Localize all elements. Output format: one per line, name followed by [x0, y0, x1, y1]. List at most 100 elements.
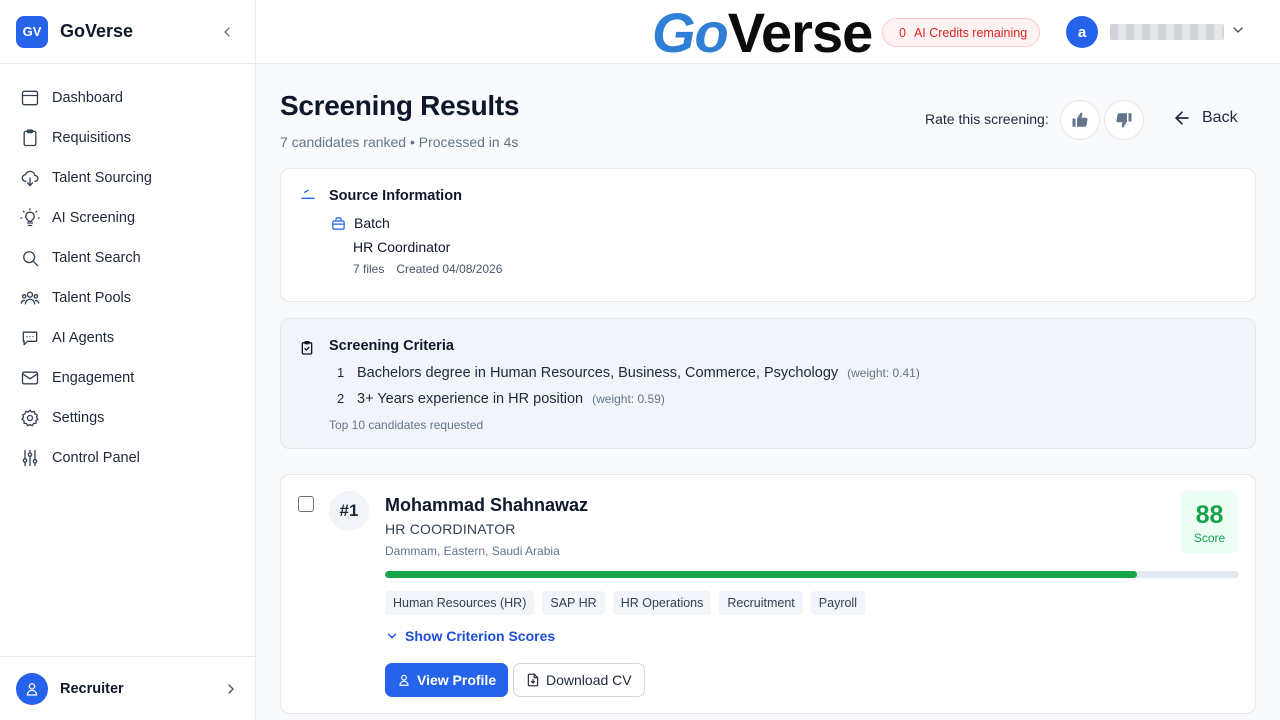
- source-information-card: Source Information Batch HR Coordinator …: [280, 168, 1256, 302]
- candidate-rank: #1: [329, 491, 369, 531]
- score-value: 88: [1195, 500, 1224, 529]
- skill-tag: Payroll: [810, 591, 865, 615]
- sidebar-item-label: AI Agents: [52, 330, 115, 346]
- candidate-select-checkbox[interactable]: [298, 496, 314, 512]
- skill-tag: Recruitment: [719, 591, 803, 615]
- criterion-weight: (weight: 0.59): [592, 392, 665, 406]
- arrow-left-icon: [1175, 111, 1189, 125]
- source-type: Batch: [331, 215, 390, 231]
- user-name-redacted: [1110, 24, 1224, 40]
- sidebar-item-label: Settings: [52, 410, 105, 426]
- chevron-left-icon: [224, 26, 230, 37]
- goverse-logo: Go Verse: [652, 0, 873, 64]
- sidebar-item-talent-sourcing[interactable]: Talent Sourcing: [0, 158, 255, 198]
- sidebar-item-label: Requisitions: [52, 130, 131, 146]
- skill-tag: HR Operations: [612, 591, 712, 615]
- download-cv-button[interactable]: Download CV: [513, 663, 645, 697]
- sidebar-user-menu[interactable]: Recruiter: [0, 656, 255, 720]
- score-progress-bar: [385, 571, 1239, 578]
- criteria-title: Screening Criteria: [329, 338, 454, 354]
- app-logo[interactable]: GV: [16, 15, 48, 48]
- screening-criteria-card: Screening Criteria 1 Bachelors degree in…: [280, 318, 1256, 449]
- candidate-card: #1 Mohammad Shahnawaz HR COORDINATOR Dam…: [280, 474, 1256, 714]
- criterion-item: 1 Bachelors degree in Human Resources, B…: [337, 365, 920, 381]
- score-label: Score: [1193, 530, 1226, 545]
- top-bar: Go Verse 0 AI Credits remaining a: [256, 0, 1280, 64]
- collapse-sidebar-button[interactable]: [215, 20, 239, 44]
- skill-tags: Human Resources (HR) SAP HR HR Operation…: [385, 591, 873, 615]
- criterion-weight: (weight: 0.41): [847, 366, 920, 380]
- sidebar-item-ai-agents[interactable]: AI Agents: [0, 318, 255, 358]
- chat-icon: [22, 331, 38, 346]
- back-button[interactable]: Back: [1172, 108, 1238, 128]
- sidebar-item-engagement[interactable]: Engagement: [0, 358, 255, 398]
- view-profile-button[interactable]: View Profile: [385, 663, 509, 697]
- skill-tag: Human Resources (HR): [385, 591, 535, 615]
- sidebar-item-control-panel[interactable]: Control Panel: [0, 438, 255, 478]
- show-criterion-scores-label: Show Criterion Scores: [405, 628, 556, 644]
- sidebar-item-label: Control Panel: [52, 450, 140, 466]
- user-icon: [26, 682, 38, 696]
- source-icon: [299, 187, 317, 203]
- user-icon: [399, 674, 409, 686]
- file-count: 7 files: [353, 262, 385, 276]
- sidebar-item-dashboard[interactable]: Dashboard: [0, 78, 255, 118]
- show-criterion-scores-toggle[interactable]: Show Criterion Scores: [385, 628, 555, 644]
- sidebar-item-settings[interactable]: Settings: [0, 398, 255, 438]
- download-cv-label: Download CV: [546, 672, 632, 688]
- sliders-icon: [22, 449, 38, 467]
- rate-label: Rate this screening:: [925, 111, 1049, 127]
- sidebar-item-label: Talent Sourcing: [52, 170, 152, 186]
- logo-go-text: Go: [652, 0, 729, 64]
- criterion-text: Bachelors degree in Human Resources, Bus…: [357, 365, 839, 381]
- sidebar-header: GV GoVerse: [0, 0, 255, 64]
- score-badge: 88 Score: [1181, 491, 1238, 554]
- user-role: Recruiter: [60, 680, 124, 697]
- criteria-footer: Top 10 candidates requested: [329, 418, 484, 432]
- source-meta: 7 files Created 04/08/2026: [353, 262, 502, 276]
- sidebar-nav: Dashboard Requisitions Talent Sourcing A…: [0, 64, 255, 478]
- sidebar-item-label: Talent Pools: [52, 290, 131, 306]
- source-type-label: Batch: [354, 215, 390, 231]
- ai-credits-badge[interactable]: 0 AI Credits remaining: [882, 18, 1041, 47]
- dashboard-icon: [21, 90, 39, 106]
- credits-count: 0: [899, 25, 906, 40]
- search-icon: [23, 251, 39, 267]
- clipboard-check-icon: [299, 339, 315, 357]
- thumbs-down-button[interactable]: [1104, 100, 1144, 140]
- candidate-name[interactable]: Mohammad Shahnawaz: [385, 495, 588, 516]
- source-title: Source Information: [329, 188, 462, 204]
- view-profile-label: View Profile: [417, 672, 497, 688]
- user-avatar[interactable]: a: [1066, 16, 1098, 48]
- sidebar-item-requisitions[interactable]: Requisitions: [0, 118, 255, 158]
- criterion-number: 2: [337, 391, 345, 406]
- file-download-icon: [527, 673, 539, 687]
- users-icon: [20, 291, 40, 305]
- thumbs-down-icon: [1116, 113, 1132, 128]
- sidebar-item-label: Dashboard: [52, 90, 123, 106]
- sidebar-item-talent-search[interactable]: Talent Search: [0, 238, 255, 278]
- lightbulb-icon: [20, 208, 40, 227]
- sidebar-item-label: AI Screening: [52, 210, 136, 226]
- criterion-number: 1: [337, 365, 345, 380]
- criterion-text: 3+ Years experience in HR position: [357, 391, 584, 407]
- chevron-down-icon: [387, 633, 397, 639]
- sidebar-item-talent-pools[interactable]: Talent Pools: [0, 278, 255, 318]
- page-title: Screening Results: [280, 90, 520, 121]
- created-date: Created 04/08/2026: [396, 262, 503, 276]
- sidebar: GV GoVerse Dashboard Requisitions Talent…: [0, 0, 256, 720]
- back-label: Back: [1202, 109, 1238, 126]
- skill-tag: SAP HR: [542, 591, 605, 615]
- chevron-right-icon: [223, 681, 239, 697]
- sidebar-item-ai-screening[interactable]: AI Screening: [0, 198, 255, 238]
- sidebar-item-label: Engagement: [52, 370, 135, 386]
- thumbs-up-button[interactable]: [1060, 100, 1100, 140]
- source-name: HR Coordinator: [353, 239, 451, 255]
- sidebar-item-label: Talent Search: [52, 250, 141, 266]
- credits-label: AI Credits remaining: [913, 25, 1028, 40]
- chevron-down-icon[interactable]: [1230, 22, 1246, 38]
- app-brand-name: GoVerse: [60, 21, 134, 41]
- criterion-item: 2 3+ Years experience in HR position (we…: [337, 391, 665, 407]
- main-content: Screening Results 7 candidates ranked • …: [256, 64, 1280, 720]
- clipboard-icon: [23, 129, 37, 147]
